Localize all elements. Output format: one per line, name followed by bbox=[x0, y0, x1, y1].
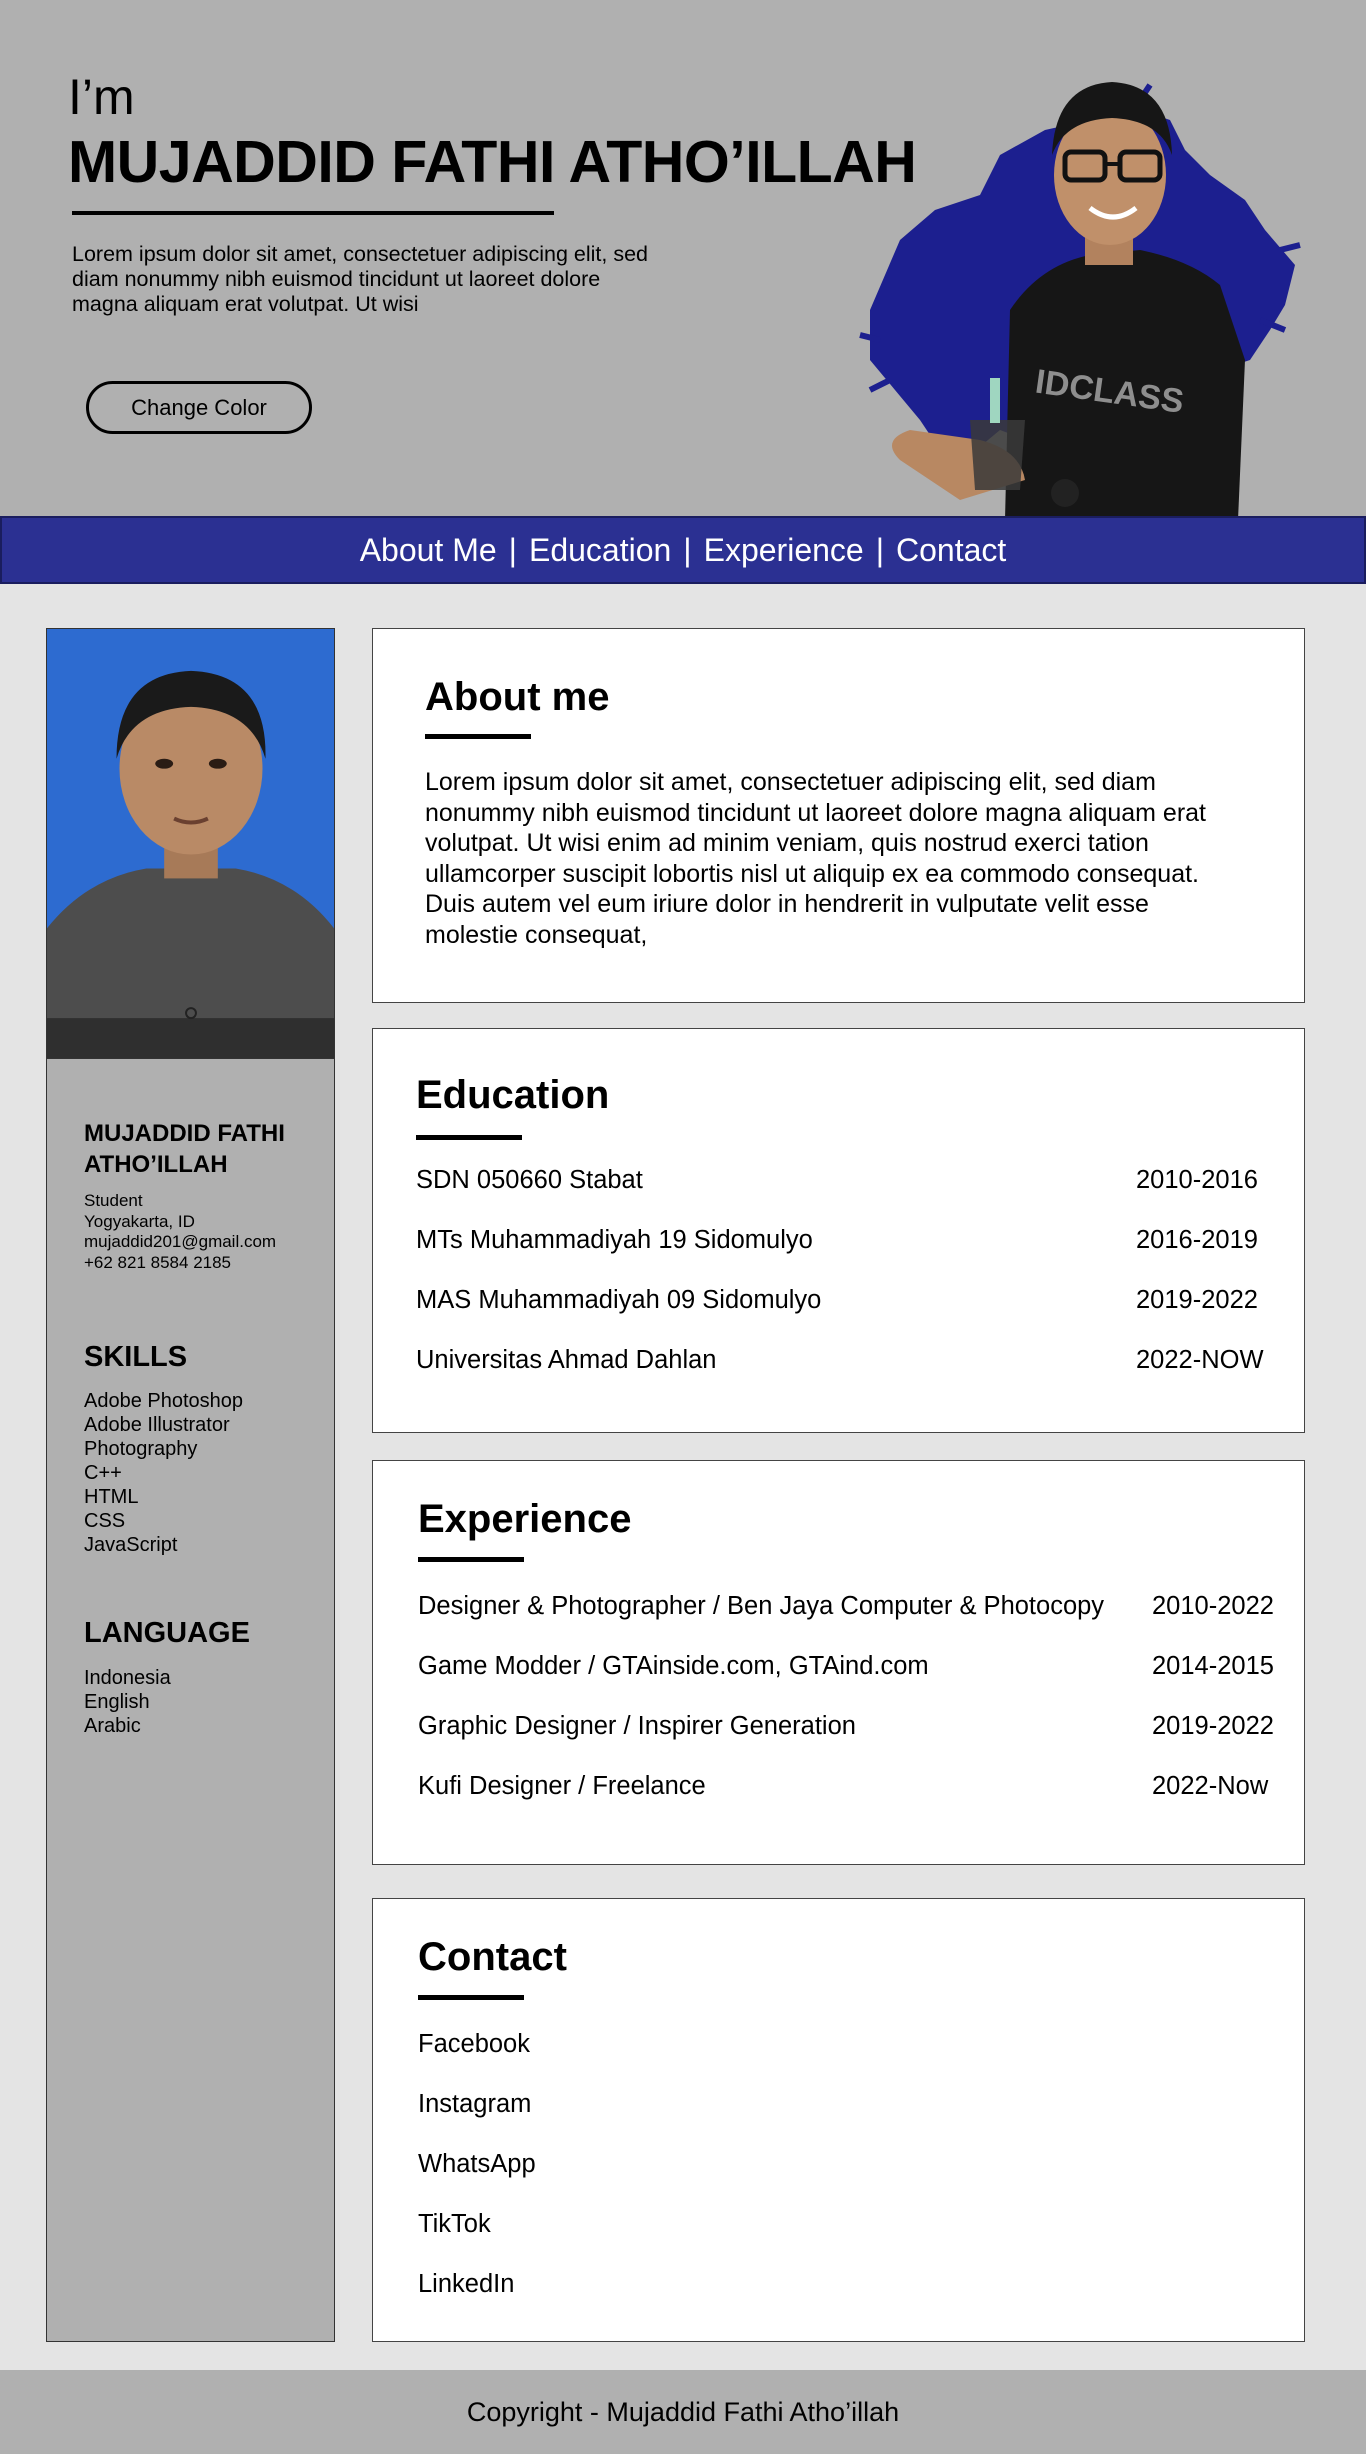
hero-greeting: I’m bbox=[68, 69, 135, 125]
main-nav: About Me | Education | Experience | Cont… bbox=[0, 516, 1366, 584]
sidebar-location: Yogyakarta, ID bbox=[84, 1211, 195, 1231]
language-item: Arabic bbox=[84, 1715, 141, 1737]
skill-item: Adobe Photoshop bbox=[84, 1390, 244, 1412]
contact-title-underline bbox=[418, 1995, 524, 2000]
contact-link-whatsapp[interactable]: WhatsApp bbox=[418, 2149, 536, 2179]
experience-role: Graphic Designer / Inspirer Generation bbox=[418, 1712, 856, 1740]
sidebar-role: Student bbox=[84, 1191, 143, 1210]
education-school: SDN 050660 Stabat bbox=[416, 1166, 643, 1194]
nav-separator: | bbox=[508, 531, 517, 568]
hero-name: MUJADDID FATHI ATHO’ILLAH bbox=[68, 129, 917, 195]
nav-education[interactable]: Education bbox=[529, 532, 671, 569]
contact-link-instagram[interactable]: Instagram bbox=[418, 2089, 531, 2119]
contact-section: Contact Facebook Instagram WhatsApp TikT… bbox=[372, 1898, 1305, 2342]
contact-link-linkedin[interactable]: LinkedIn bbox=[418, 2269, 514, 2299]
sidebar-email: mujaddid201@gmail.com bbox=[84, 1232, 277, 1251]
language-list: Indonesia English Arabic bbox=[84, 1666, 171, 1738]
education-years: 2019-2022 bbox=[1136, 1286, 1258, 1314]
profile-photo bbox=[47, 629, 334, 1059]
experience-title-underline bbox=[418, 1557, 524, 1562]
nav-separator: | bbox=[875, 531, 885, 568]
experience-role: Kufi Designer / Freelance bbox=[418, 1772, 706, 1800]
contact-link-facebook[interactable]: Facebook bbox=[418, 2029, 530, 2059]
education-school: MAS Muhammadiyah 09 Sidomulyo bbox=[416, 1286, 822, 1314]
profile-sidebar: MUJADDID FATHI ATHO’ILLAH Student Yogyak… bbox=[46, 628, 335, 2342]
skill-item: C++ bbox=[84, 1462, 122, 1484]
copyright-text: Copyright - Mujaddid Fathi Atho’illah bbox=[466, 2396, 900, 2427]
skill-item: CSS bbox=[84, 1510, 126, 1532]
change-color-button[interactable]: Change Color bbox=[86, 381, 312, 434]
education-years: 2010-2016 bbox=[1136, 1166, 1258, 1194]
hero-header: I’m MUJADDID FATHI ATHO’ILLAH Lorem ipsu… bbox=[0, 0, 1366, 516]
experience-role: Designer & Photographer / Ben Jaya Compu… bbox=[418, 1592, 1105, 1620]
nav-experience[interactable]: Experience bbox=[704, 532, 864, 569]
education-school: Universitas Ahmad Dahlan bbox=[416, 1346, 717, 1374]
education-title-underline bbox=[416, 1135, 522, 1140]
contact-link-tiktok[interactable]: TikTok bbox=[418, 2209, 491, 2239]
experience-title: Experience bbox=[418, 1497, 632, 1541]
language-item: English bbox=[84, 1691, 150, 1713]
language-heading: LANGUAGE bbox=[84, 1617, 250, 1649]
hero-portrait-image: IDCLASS bbox=[859, 82, 1301, 516]
about-text: Lorem ipsum dolor sit amet, consectetuer… bbox=[425, 768, 1207, 949]
sidebar-name: MUJADDID FATHI ATHO’ILLAH bbox=[84, 1120, 285, 1178]
education-years: 2022-NOW bbox=[1136, 1346, 1264, 1374]
about-title: About me bbox=[425, 675, 610, 719]
education-school: MTs Muhammadiyah 19 Sidomulyo bbox=[416, 1226, 813, 1254]
skills-heading: SKILLS bbox=[84, 1341, 188, 1373]
contact-title: Contact bbox=[418, 1935, 567, 1979]
about-section: About me Lorem ipsum dolor sit amet, con… bbox=[372, 628, 1305, 1003]
experience-years: 2022-Now bbox=[1152, 1772, 1269, 1800]
education-title: Education bbox=[416, 1073, 610, 1117]
page-footer: Copyright - Mujaddid Fathi Atho’illah bbox=[0, 2370, 1366, 2454]
experience-years: 2019-2022 bbox=[1152, 1712, 1274, 1740]
sidebar-info: Student Yogyakarta, ID mujaddid201@gmail… bbox=[84, 1191, 276, 1273]
hero-divider bbox=[72, 211, 554, 215]
skills-list: Adobe Photoshop Adobe Illustrator Photog… bbox=[84, 1389, 243, 1557]
hero-intro: Lorem ipsum dolor sit amet, consectetuer… bbox=[72, 242, 648, 316]
education-years: 2016-2019 bbox=[1136, 1226, 1258, 1254]
skill-item: Photography bbox=[84, 1438, 198, 1460]
skill-item: JavaScript bbox=[84, 1534, 178, 1556]
skill-item: HTML bbox=[84, 1486, 139, 1508]
education-section: Education SDN 050660 Stabat 2010-2016 MT… bbox=[372, 1028, 1305, 1433]
skill-item: Adobe Illustrator bbox=[84, 1414, 230, 1436]
language-item: Indonesia bbox=[84, 1667, 171, 1689]
experience-years: 2010-2022 bbox=[1152, 1592, 1274, 1620]
experience-years: 2014-2015 bbox=[1152, 1652, 1274, 1680]
experience-section: Experience Designer & Photographer / Ben… bbox=[372, 1460, 1305, 1865]
experience-role: Game Modder / GTAinside.com, GTAind.com bbox=[418, 1652, 929, 1680]
nav-contact[interactable]: Contact bbox=[896, 532, 1006, 569]
about-title-underline bbox=[425, 734, 531, 739]
sidebar-phone: +62 821 8584 2185 bbox=[84, 1252, 232, 1272]
nav-about-me[interactable]: About Me bbox=[360, 532, 497, 569]
nav-separator: | bbox=[683, 531, 692, 568]
